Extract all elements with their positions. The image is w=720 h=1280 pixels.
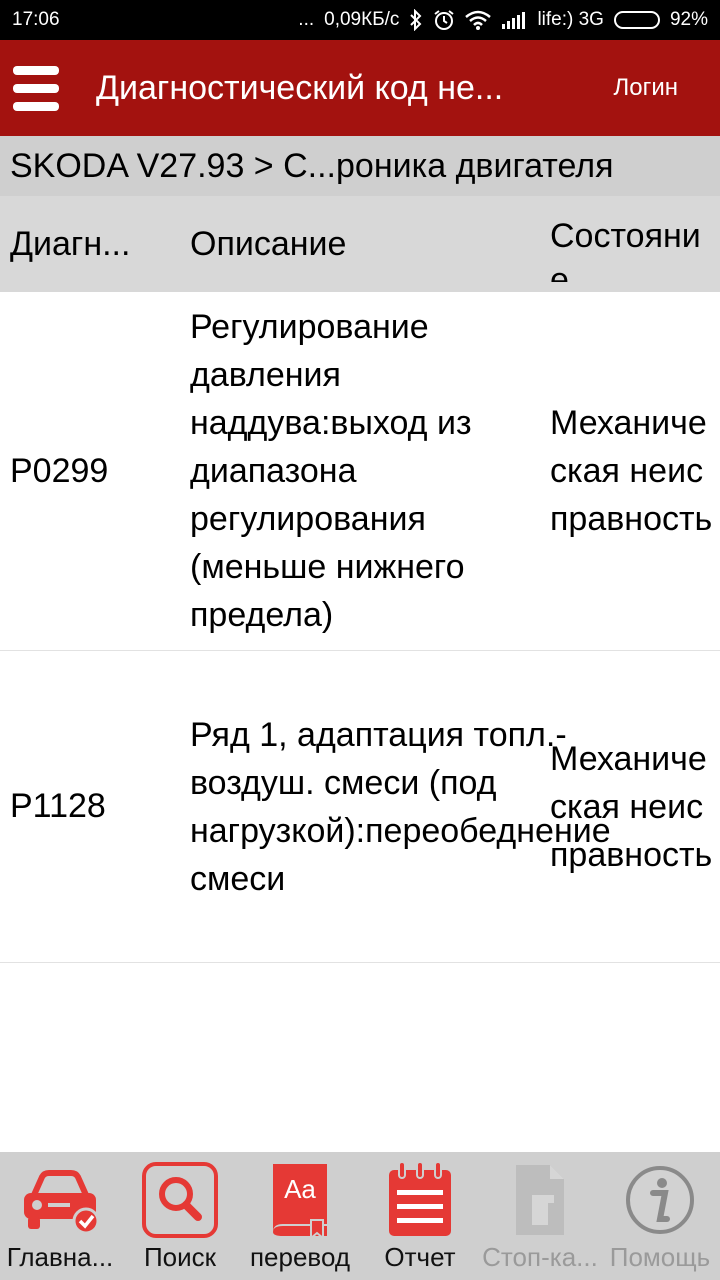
bottom-nav: Главна... Поиск Aa перевод Отчет Стоп-ка…	[0, 1152, 720, 1280]
hamburger-icon	[13, 65, 59, 111]
breadcrumb: SKODA V27.93 > С...роника двигателя	[0, 136, 720, 196]
nav-freeze-frame[interactable]: Стоп-ка...	[480, 1152, 600, 1280]
dtc-status: Механическая неисправность	[550, 739, 713, 874]
menu-button[interactable]	[0, 40, 72, 136]
svg-text:Aa: Aa	[284, 1174, 316, 1204]
dictionary-icon: Aa	[240, 1160, 360, 1240]
table-header: Диагн... Описание Состояние	[0, 196, 720, 292]
nav-search-label: Поиск	[143, 1242, 217, 1272]
login-button[interactable]: Логин	[613, 74, 678, 102]
wifi-icon	[465, 10, 492, 30]
nav-translate[interactable]: Aa перевод	[240, 1152, 360, 1280]
nav-search[interactable]: Поиск	[120, 1152, 240, 1280]
column-header-description: Описание	[190, 225, 347, 263]
bluetooth-icon	[409, 9, 423, 31]
signal-icon	[501, 11, 527, 29]
column-header-status: Состояние	[550, 217, 701, 282]
info-icon	[600, 1160, 720, 1240]
dtc-code: P0299	[10, 451, 109, 490]
nav-home[interactable]: Главна...	[0, 1152, 120, 1280]
nav-help-label: Помощь	[609, 1242, 711, 1272]
status-bar: 17:06 ... 0,09КБ/с life:) 3G 92%	[0, 0, 720, 40]
car-check-icon	[0, 1160, 120, 1240]
search-icon	[120, 1160, 240, 1240]
battery-icon	[613, 11, 660, 29]
column-header-code: Диагн...	[10, 225, 131, 263]
network-speed: 0,09КБ/с	[324, 9, 400, 30]
table-row[interactable]: P0299 Регулирование давления наддува:вых…	[0, 292, 720, 651]
dtc-description: Регулирование давления наддува:выход из …	[190, 308, 472, 634]
dtc-description: Ряд 1, адаптация топл.-воздуш. смеси (по…	[190, 715, 611, 898]
table-row[interactable]: P1128 Ряд 1, адаптация топл.-воздуш. сме…	[0, 651, 720, 963]
carrier-name: life:) 3G	[537, 9, 604, 30]
nav-freeze-frame-label: Стоп-ка...	[482, 1242, 598, 1272]
app-bar: Диагностический код не... Логин	[0, 40, 720, 136]
alarm-icon	[433, 9, 455, 31]
document-icon	[480, 1160, 600, 1240]
nav-report-label: Отчет	[384, 1242, 456, 1272]
report-icon	[360, 1160, 480, 1240]
battery-percent: 92%	[669, 9, 708, 30]
status-dots: ...	[298, 9, 315, 30]
nav-home-label: Главна...	[6, 1242, 114, 1272]
dtc-code: P1128	[10, 787, 106, 825]
nav-report[interactable]: Отчет	[360, 1152, 480, 1280]
status-time: 17:06	[12, 9, 60, 30]
page-title: Диагностический код не...	[96, 68, 504, 107]
nav-help[interactable]: Помощь	[600, 1152, 720, 1280]
dtc-status: Механическая неисправность	[550, 404, 713, 538]
nav-translate-label: перевод	[249, 1242, 351, 1272]
